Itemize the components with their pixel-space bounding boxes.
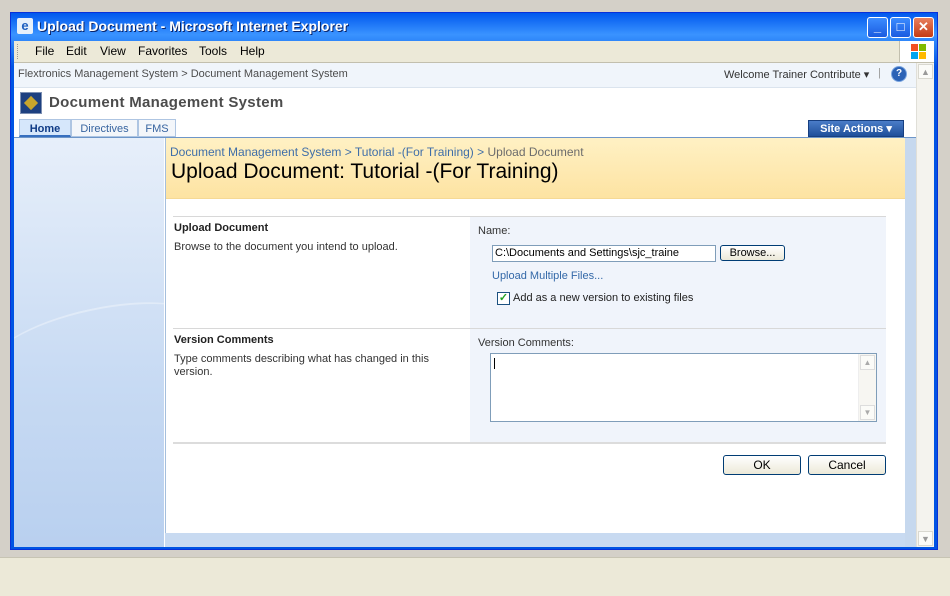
- welcome-menu[interactable]: Welcome Trainer Contribute ▾: [724, 68, 869, 81]
- left-navigation: [14, 138, 221, 547]
- browse-button[interactable]: Browse...: [720, 245, 785, 261]
- bottom-margin: [165, 533, 905, 547]
- version-section-description: Type comments describing what has change…: [174, 353, 429, 378]
- breadcrumb-separator: >: [473, 145, 488, 159]
- ok-button[interactable]: OK: [723, 455, 801, 475]
- scroll-down-icon[interactable]: ▼: [860, 405, 875, 420]
- page-scroll-down-icon[interactable]: ▼: [918, 531, 933, 546]
- maximize-button[interactable]: □: [890, 17, 911, 38]
- add-as-version-checkbox[interactable]: ✓: [497, 292, 510, 305]
- name-label: Name:: [478, 225, 511, 237]
- help-icon[interactable]: ?: [891, 66, 907, 82]
- version-comments-label: Version Comments:: [478, 337, 574, 349]
- global-breadcrumb[interactable]: Flextronics Management System > Document…: [18, 68, 348, 80]
- window-title: Upload Document - Microsoft Internet Exp…: [37, 18, 349, 34]
- menu-favorites[interactable]: Favorites: [138, 44, 187, 58]
- toolbar-grip: [17, 44, 20, 59]
- upload-section-label: Upload Document Browse to the document y…: [173, 217, 469, 328]
- menu-bar: File Edit View Favorites Tools Help: [14, 41, 934, 63]
- upload-section-body: Name: C:\Documents and Settings\sjc_trai…: [470, 217, 886, 328]
- breadcrumb-link-dms[interactable]: Document Management System: [170, 145, 341, 159]
- title-bar: e Upload Document - Microsoft Internet E…: [11, 13, 937, 41]
- textarea-scrollbar[interactable]: ▲ ▼: [858, 354, 876, 421]
- site-logo[interactable]: [20, 92, 42, 114]
- form-footer-divider: [173, 442, 886, 444]
- tab-fms[interactable]: FMS: [138, 119, 176, 137]
- site-title[interactable]: Document Management System: [49, 94, 284, 111]
- version-comments-section: Version Comments Type comments describin…: [173, 328, 886, 443]
- version-comments-textarea[interactable]: ▲ ▼: [490, 353, 877, 422]
- version-section-label: Version Comments Type comments describin…: [173, 329, 469, 443]
- close-button[interactable]: ✕: [913, 17, 934, 38]
- nav-separator: |: [878, 67, 881, 79]
- minimize-button[interactable]: _: [867, 17, 888, 38]
- menu-file[interactable]: File: [35, 44, 54, 58]
- menu-view[interactable]: View: [100, 44, 126, 58]
- page-breadcrumb: Document Management System > Tutorial -(…: [170, 145, 584, 159]
- status-bar: [0, 557, 950, 596]
- main-content: Document Management System > Tutorial -(…: [165, 138, 906, 547]
- upload-multiple-files-link[interactable]: Upload Multiple Files...: [492, 270, 603, 282]
- menu-help[interactable]: Help: [240, 44, 265, 58]
- version-section-heading: Version Comments: [174, 334, 274, 346]
- breadcrumb-separator: >: [341, 145, 355, 159]
- upload-section-description: Browse to the document you intend to upl…: [174, 241, 398, 253]
- tab-home[interactable]: Home: [19, 119, 71, 137]
- version-section-body: Version Comments: ▲ ▼: [470, 329, 886, 443]
- browser-window: e Upload Document - Microsoft Internet E…: [10, 12, 938, 550]
- ie-icon: e: [17, 18, 33, 34]
- page-title: Upload Document: Tutorial -(For Training…: [171, 160, 559, 183]
- breadcrumb-link-tutorial[interactable]: Tutorial -(For Training): [355, 145, 474, 159]
- global-nav: Flextronics Management System > Document…: [14, 63, 917, 88]
- tab-directives[interactable]: Directives: [71, 119, 138, 137]
- page-viewport: Flextronics Management System > Document…: [14, 63, 934, 547]
- upload-section-heading: Upload Document: [174, 222, 269, 234]
- page-scrollbar[interactable]: ▲ ▼: [916, 63, 934, 547]
- text-caret: [494, 358, 495, 369]
- menu-tools[interactable]: Tools: [199, 44, 227, 58]
- breadcrumb-current: Upload Document: [487, 145, 584, 159]
- upload-document-section: Upload Document Browse to the document y…: [173, 216, 886, 328]
- scroll-up-icon[interactable]: ▲: [860, 355, 875, 370]
- menu-edit[interactable]: Edit: [66, 44, 87, 58]
- add-as-version-label: Add as a new version to existing files: [513, 292, 694, 304]
- windows-logo-icon: [899, 41, 934, 62]
- cancel-button[interactable]: Cancel: [808, 455, 886, 475]
- page-scroll-up-icon[interactable]: ▲: [918, 64, 933, 79]
- page-header: Document Management System > Tutorial -(…: [166, 138, 905, 199]
- site-actions-button[interactable]: Site Actions ▾: [808, 120, 904, 137]
- file-path-input[interactable]: C:\Documents and Settings\sjc_traine: [492, 245, 716, 262]
